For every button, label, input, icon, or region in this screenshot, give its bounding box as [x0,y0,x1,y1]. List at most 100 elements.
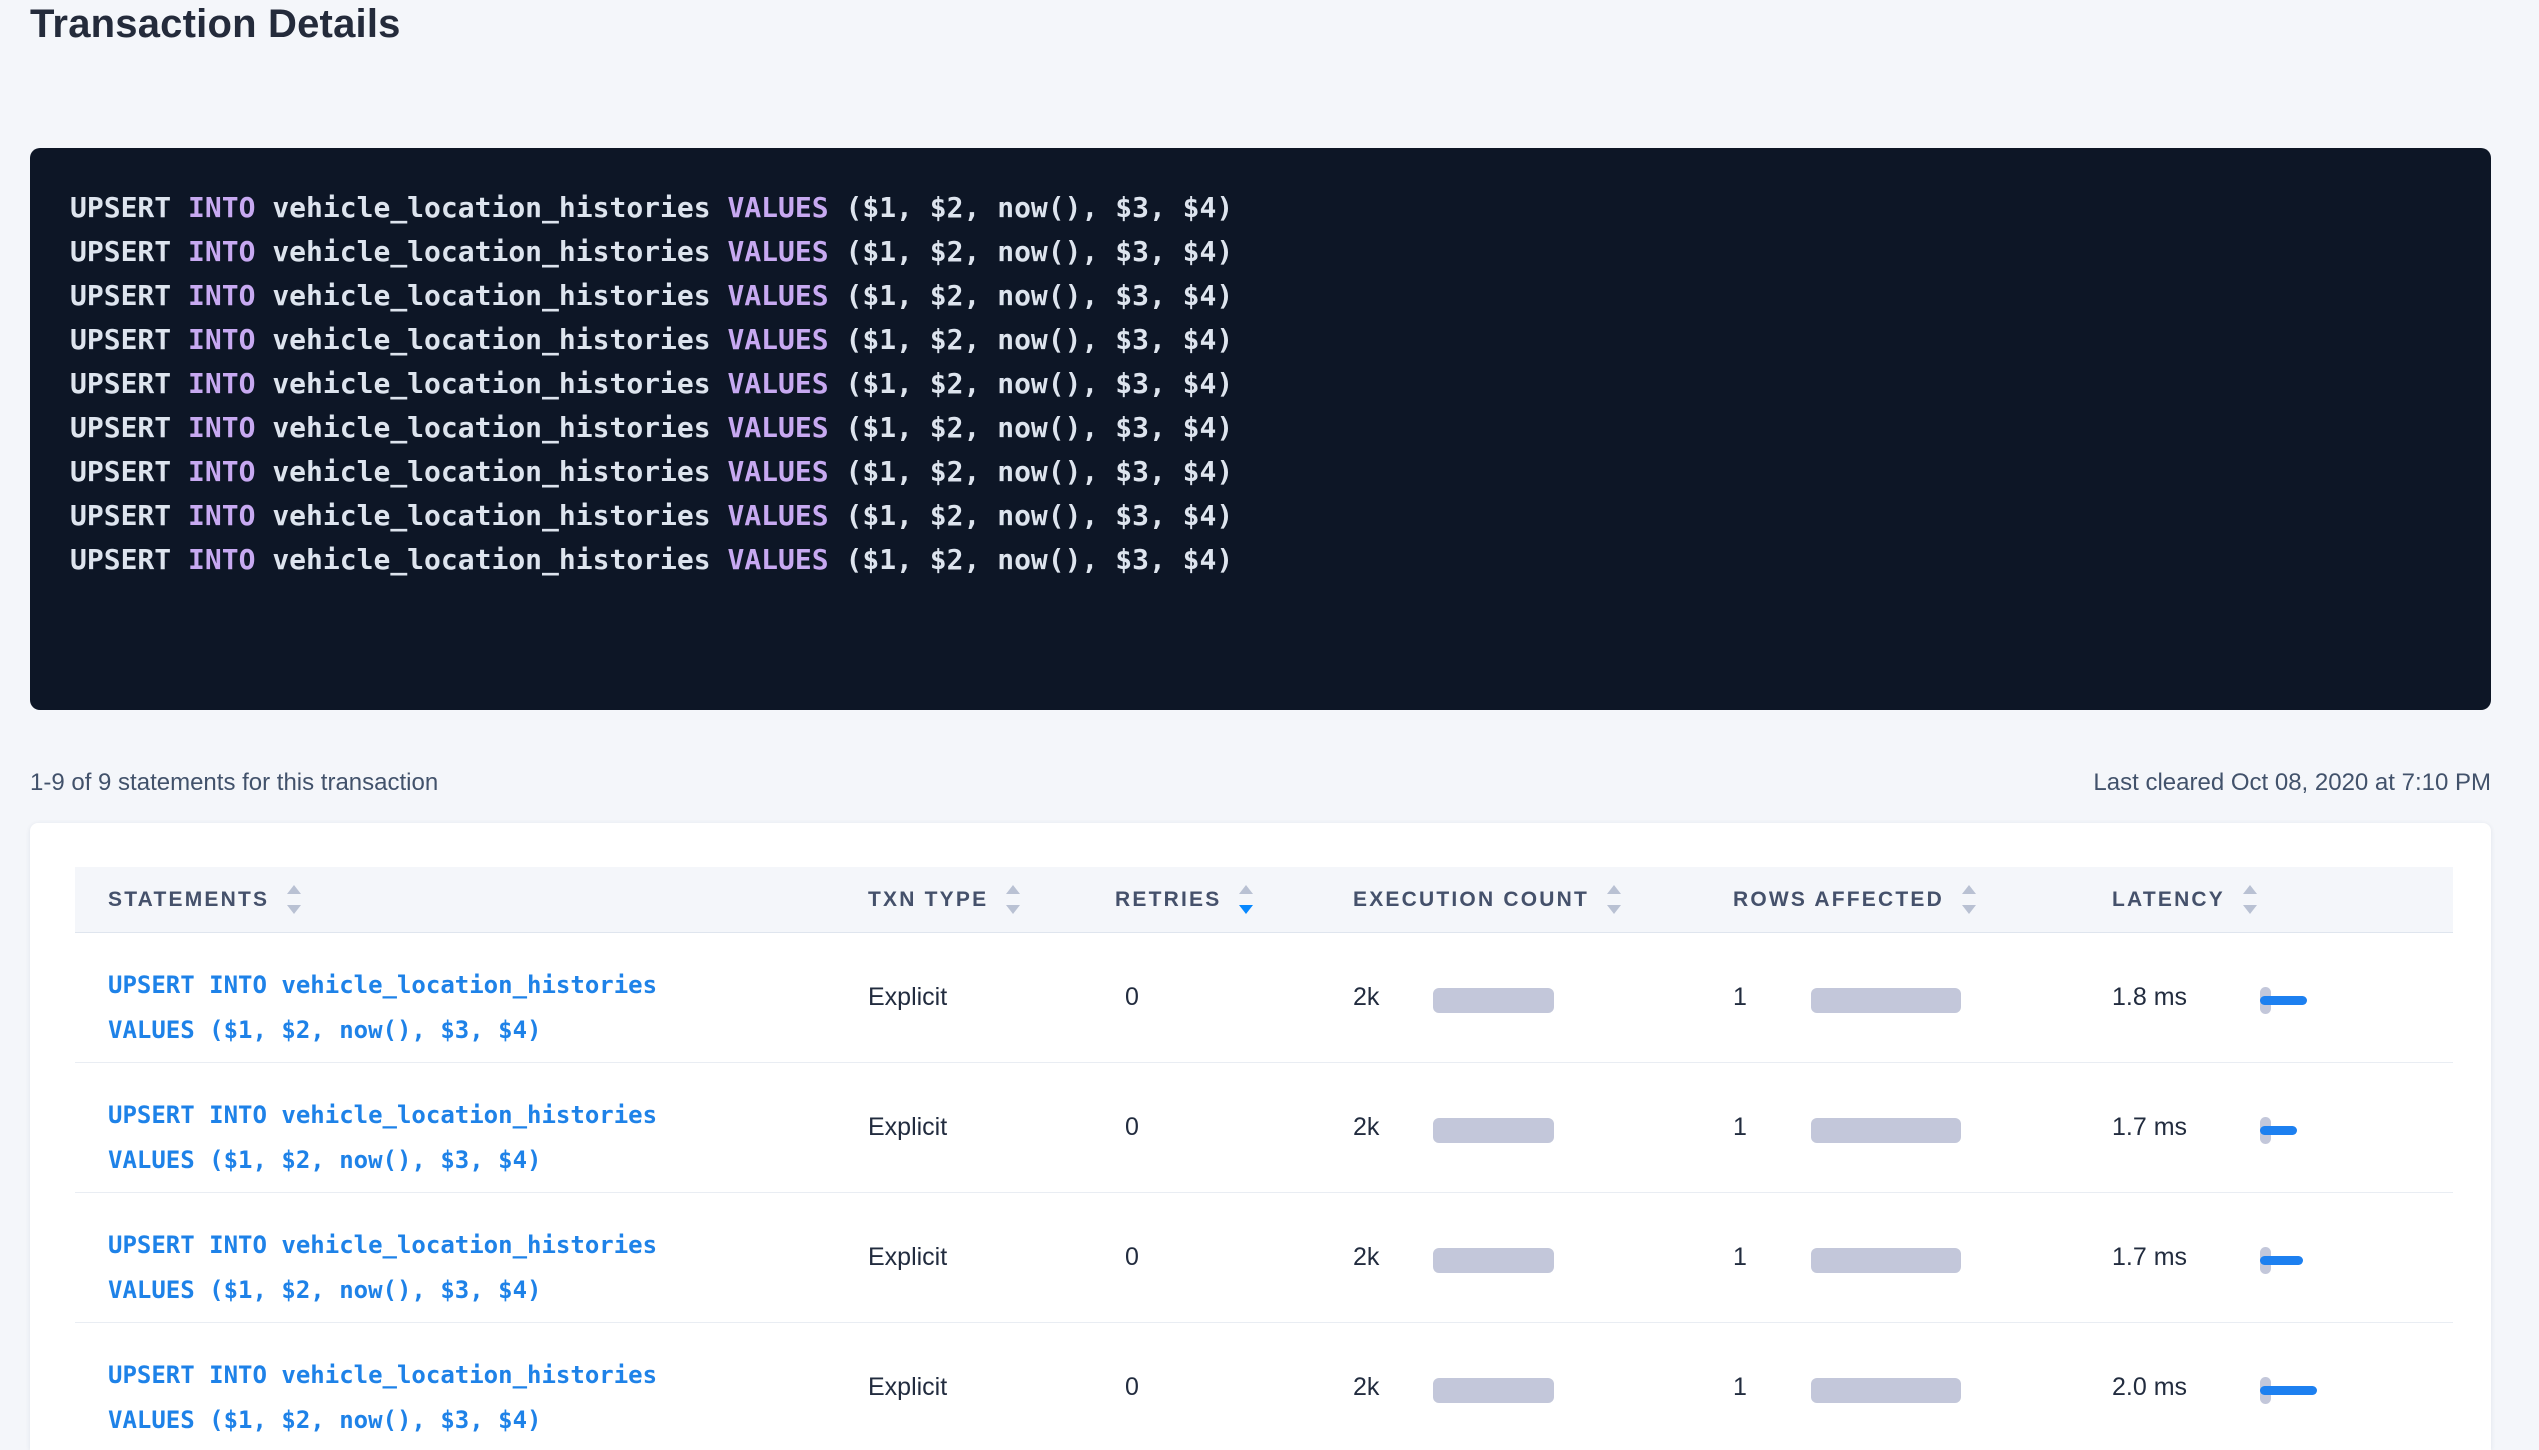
column-header-execution-count[interactable]: EXECUTION COUNT [1353,885,1733,914]
statement-link[interactable]: VALUES ($1, $2, now(), $3, $4) [108,1138,868,1183]
txn-type-cell: Explicit [868,1193,1115,1322]
page-title: Transaction Details [30,2,401,47]
retries-cell: 0 [1115,1063,1353,1192]
execution-count-bar [1433,1118,1554,1143]
txn-type-cell: Explicit [868,1063,1115,1192]
sort-desc-icon [287,905,301,914]
execution-count-value: 2k [1353,1113,1379,1141]
sort-asc-icon [1962,885,1976,894]
execution-count-value: 2k [1353,1243,1379,1271]
sort-asc-icon [1006,885,1020,894]
latency-value: 1.7 ms [2112,1113,2187,1141]
rows-affected-value: 1 [1733,1373,1747,1401]
rows-affected-cell: 1 [1733,1193,2112,1322]
statements-table-card: STATEMENTS TXN TYPE RETRIES [30,823,2491,1450]
execution-count-bar [1433,1378,1554,1403]
statement-link[interactable]: UPSERT INTO vehicle_location_histories [108,1223,868,1268]
table-row: UPSERT INTO vehicle_location_histories V… [75,933,2453,1063]
sql-statement-line: UPSERT INTO vehicle_location_histories V… [70,406,2491,450]
latency-cell: 1.7 ms [2112,1063,2453,1192]
statement-cell: UPSERT INTO vehicle_location_histories V… [75,933,868,1062]
txn-type-cell: Explicit [868,1323,1115,1450]
rows-affected-bar [1811,1118,1961,1143]
statements-count-label: 1-9 of 9 statements for this transaction [30,769,438,797]
execution-count-cell: 2k [1353,1193,1733,1322]
sql-statements-box: UPSERT INTO vehicle_location_histories V… [30,148,2491,710]
sort-arrows-icon [1607,885,1621,914]
last-cleared-label: Last cleared Oct 08, 2020 at 7:10 PM [2093,769,2491,797]
table-row: UPSERT INTO vehicle_location_histories V… [75,1193,2453,1323]
rows-affected-bar [1811,1248,1961,1273]
statement-cell: UPSERT INTO vehicle_location_histories V… [75,1063,868,1192]
rows-affected-cell: 1 [1733,1063,2112,1192]
column-header-retries[interactable]: RETRIES [1115,885,1353,914]
sort-arrows-icon [2243,885,2257,914]
sort-desc-icon [2243,905,2257,914]
statements-summary-row: 1-9 of 9 statements for this transaction… [30,769,2491,797]
latency-bar [2260,1386,2317,1395]
statement-cell: UPSERT INTO vehicle_location_histories V… [75,1193,868,1322]
rows-affected-bar [1811,988,1961,1013]
latency-bar [2260,996,2307,1005]
rows-affected-bar [1811,1378,1961,1403]
retries-cell: 0 [1115,933,1353,1062]
latency-value: 2.0 ms [2112,1373,2187,1401]
retries-cell: 0 [1115,1193,1353,1322]
latency-bar [2260,1256,2303,1265]
sort-desc-icon [1607,905,1621,914]
rows-affected-cell: 1 [1733,1323,2112,1450]
sql-statement-line: UPSERT INTO vehicle_location_histories V… [70,538,2491,582]
statement-link[interactable]: VALUES ($1, $2, now(), $3, $4) [108,1008,868,1053]
sql-statement-list: UPSERT INTO vehicle_location_histories V… [70,186,2491,582]
latency-cell: 2.0 ms [2112,1323,2453,1450]
sort-desc-icon [1239,905,1253,914]
sql-statement-line: UPSERT INTO vehicle_location_histories V… [70,274,2491,318]
column-header-statements[interactable]: STATEMENTS [75,885,868,914]
statement-link[interactable]: UPSERT INTO vehicle_location_histories [108,1093,868,1138]
sort-asc-icon [1239,885,1253,894]
sql-statement-line: UPSERT INTO vehicle_location_histories V… [70,494,2491,538]
latency-value: 1.7 ms [2112,1243,2187,1271]
execution-count-cell: 2k [1353,1063,1733,1192]
latency-bar-chart [2260,1247,2350,1274]
rows-affected-value: 1 [1733,1243,1747,1271]
sql-statement-line: UPSERT INTO vehicle_location_histories V… [70,230,2491,274]
txn-type-cell: Explicit [868,933,1115,1062]
table-header-row: STATEMENTS TXN TYPE RETRIES [75,867,2453,933]
statement-link[interactable]: VALUES ($1, $2, now(), $3, $4) [108,1398,868,1443]
sort-arrows-icon [1006,885,1020,914]
latency-bar-chart [2260,1117,2350,1144]
sort-asc-icon [2243,885,2257,894]
latency-cell: 1.8 ms [2112,933,2453,1062]
latency-value: 1.8 ms [2112,983,2187,1011]
sort-asc-icon [287,885,301,894]
latency-bar-chart [2260,1377,2350,1404]
rows-affected-value: 1 [1733,983,1747,1011]
table-row: UPSERT INTO vehicle_location_histories V… [75,1063,2453,1193]
statement-link[interactable]: UPSERT INTO vehicle_location_histories [108,963,868,1008]
statement-cell: UPSERT INTO vehicle_location_histories V… [75,1323,868,1450]
sort-arrows-icon [287,885,301,914]
sql-statement-line: UPSERT INTO vehicle_location_histories V… [70,186,2491,230]
transaction-details-page: Transaction Details UPSERT INTO vehicle_… [0,0,2539,1450]
rows-affected-value: 1 [1733,1113,1747,1141]
latency-bar-chart [2260,987,2350,1014]
sort-desc-icon [1962,905,1976,914]
column-header-txn-type[interactable]: TXN TYPE [868,885,1115,914]
sql-statement-line: UPSERT INTO vehicle_location_histories V… [70,362,2491,406]
latency-cell: 1.7 ms [2112,1193,2453,1322]
execution-count-bar [1433,1248,1554,1273]
sort-arrows-icon [1962,885,1976,914]
sort-asc-icon [1607,885,1621,894]
latency-bar [2260,1126,2297,1135]
sort-desc-icon [1006,905,1020,914]
execution-count-bar [1433,988,1554,1013]
retries-cell: 0 [1115,1323,1353,1450]
column-header-latency[interactable]: LATENCY [2112,885,2453,914]
execution-count-cell: 2k [1353,933,1733,1062]
execution-count-value: 2k [1353,1373,1379,1401]
statement-link[interactable]: VALUES ($1, $2, now(), $3, $4) [108,1268,868,1313]
column-header-rows-affected[interactable]: ROWS AFFECTED [1733,885,2112,914]
rows-affected-cell: 1 [1733,933,2112,1062]
statement-link[interactable]: UPSERT INTO vehicle_location_histories [108,1353,868,1398]
